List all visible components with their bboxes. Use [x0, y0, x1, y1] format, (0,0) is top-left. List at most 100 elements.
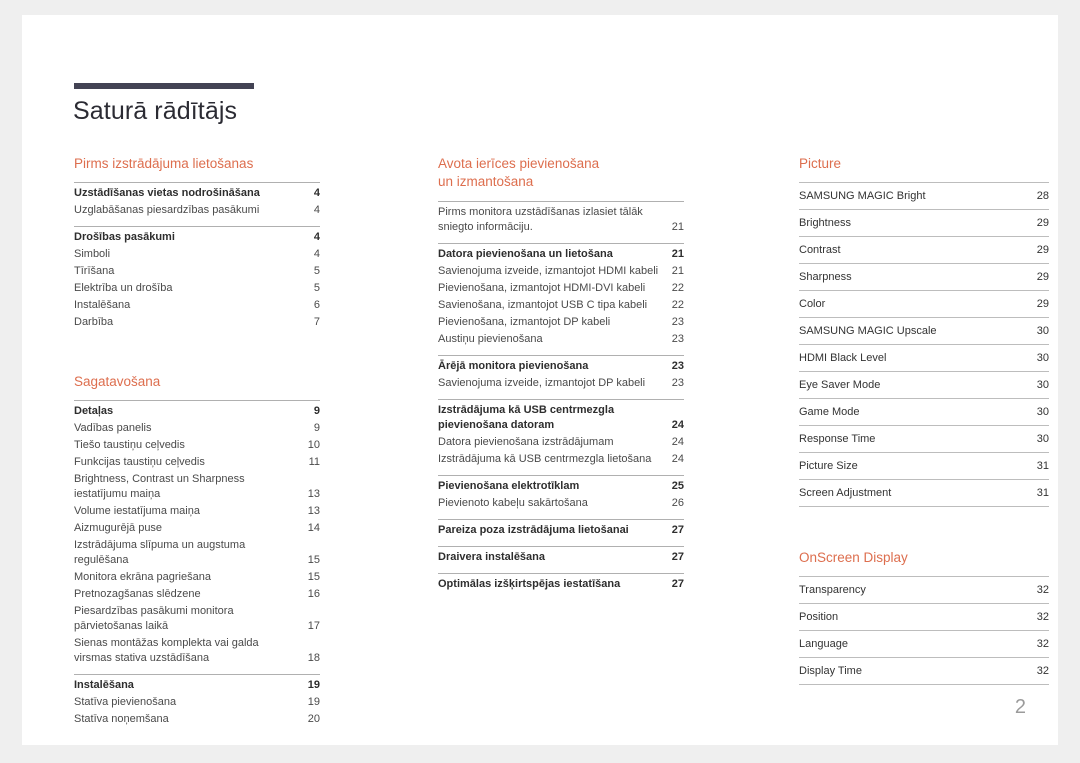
toc-entry-label: Izstrādājuma slīpuma un augstuma regulēš…: [74, 539, 246, 566]
toc-entry[interactable]: Darbība 7: [74, 314, 320, 331]
toc-entry-label: Detaļas: [74, 405, 114, 417]
toc-entry[interactable]: Brightness, Contrast un Sharpness iestat…: [74, 471, 320, 503]
toc-group: Ārējā monitora pievienošana 23 Savienojuma…: [438, 355, 684, 392]
toc-entry[interactable]: Position 32: [799, 604, 1049, 631]
toc-entry[interactable]: Savienošana, izmantojot USB C tipa kabel…: [438, 297, 684, 314]
toc-entry[interactable]: Instalēšana 6: [74, 297, 320, 314]
toc-entry[interactable]: Instalēšana 19: [74, 677, 320, 694]
toc-entry[interactable]: Drošības pasākumi 4: [74, 229, 320, 246]
section-title: Sagatavošana: [74, 374, 161, 389]
toc-entry-page: 14: [307, 522, 320, 534]
toc-entry[interactable]: Screen Adjustment 31: [799, 480, 1049, 507]
toc-entry[interactable]: Game Mode 30: [799, 399, 1049, 426]
toc-entry[interactable]: Monitora ekrāna pagriešana 15: [74, 569, 320, 586]
section-title: Picture: [799, 156, 842, 171]
toc-entry[interactable]: Brightness 29: [799, 210, 1049, 237]
toc-entry[interactable]: Datora pievienošana izstrādājumam 24: [438, 434, 684, 451]
toc-entry-label: Screen Adjustment: [799, 487, 892, 499]
toc-entry[interactable]: Uzstādīšanas vietas nodrošināšana 4: [74, 185, 320, 202]
toc-entry[interactable]: Eye Saver Mode 30: [799, 372, 1049, 399]
toc-entry-label: Tīrīšana: [74, 265, 115, 277]
toc-entry[interactable]: HDMI Black Level 30: [799, 345, 1049, 372]
toc-entry[interactable]: SAMSUNG MAGIC Bright 28: [799, 182, 1049, 210]
toc-entry-page: 7: [313, 316, 320, 328]
toc-entry[interactable]: Draivera instalēšana 27: [438, 549, 684, 566]
toc-entry[interactable]: Contrast 29: [799, 237, 1049, 264]
section-title: OnScreen Display: [799, 550, 908, 565]
toc-entry-page: 31: [1036, 460, 1049, 472]
toc-entry-label: Funkcijas taustiņu ceļvedis: [74, 456, 205, 468]
toc-entry-page: 27: [671, 578, 684, 590]
toc-entry-page: 28: [1036, 190, 1049, 202]
toc-entry[interactable]: Detaļas 9: [74, 403, 320, 420]
toc-entry[interactable]: Statīva noņemšana 20: [74, 711, 320, 728]
toc-entry[interactable]: Display Time 32: [799, 658, 1049, 685]
toc-entry-label: Eye Saver Mode: [799, 379, 881, 391]
toc-entry-page: 15: [307, 554, 320, 566]
toc-entry[interactable]: Uzglabāšanas piesardzības pasākumi 4: [74, 202, 320, 219]
toc-entry[interactable]: Austiņu pievienošana 23: [438, 331, 684, 348]
toc-entry[interactable]: Piesardzības pasākumi monitora pārvietoš…: [74, 603, 320, 635]
toc-entry[interactable]: Pievienošana, izmantojot DP kabeli 23: [438, 314, 684, 331]
toc-entry-page: 11: [308, 456, 320, 468]
toc-entry-page: 4: [313, 231, 320, 243]
toc-entry[interactable]: Savienojuma izveide, izmantojot DP kabel…: [438, 375, 684, 392]
toc-entry-page: 13: [307, 488, 320, 500]
toc-entry[interactable]: Pretnozagšanas slēdzene 16: [74, 586, 320, 603]
toc-entry[interactable]: Sienas montāžas komplekta vai galda virs…: [74, 635, 320, 667]
toc-entry[interactable]: Datora pievienošana un lietošana 21: [438, 246, 684, 263]
toc-entry[interactable]: Sharpness 29: [799, 264, 1049, 291]
toc-entry[interactable]: Picture Size 31: [799, 453, 1049, 480]
toc-entry-label: Datora pievienošana izstrādājumam: [438, 436, 614, 448]
toc-entry[interactable]: Pievienoto kabeļu sakārtošana 26: [438, 495, 684, 512]
toc-entry[interactable]: Ārējā monitora pievienošana 23: [438, 358, 684, 375]
toc-entry[interactable]: Language 32: [799, 631, 1049, 658]
toc-group: Draivera instalēšana 27: [438, 546, 684, 566]
toc-entry[interactable]: Savienojuma izveide, izmantojot HDMI kab…: [438, 263, 684, 280]
toc-entry-page: 22: [671, 282, 684, 294]
toc-entry[interactable]: Vadības panelis 9: [74, 420, 320, 437]
toc-entry-page: 21: [671, 248, 684, 260]
toc-entry-label: Brightness, Contrast un Sharpness iestat…: [74, 473, 245, 500]
toc-entry-page: 27: [671, 551, 684, 563]
toc-entry-page: 24: [671, 419, 684, 431]
toc-entry[interactable]: Funkcijas taustiņu ceļvedis 11: [74, 454, 320, 471]
section-title: Pirms izstrādājuma lietošanas: [74, 156, 254, 171]
toc-entry[interactable]: Response Time 30: [799, 426, 1049, 453]
toc-entry[interactable]: Pievienošana elektrotīklam 25: [438, 478, 684, 495]
toc-entry-page: 23: [671, 360, 684, 372]
toc-entry[interactable]: Izstrādājuma kā USB centrmezgla lietošan…: [438, 451, 684, 468]
toc-entry[interactable]: Tīrīšana 5: [74, 263, 320, 280]
toc-entry-page: 18: [307, 652, 320, 664]
toc-entry[interactable]: Elektrība un drošība 5: [74, 280, 320, 297]
toc-entry-label: Vadības panelis: [74, 422, 152, 434]
toc-entry[interactable]: Pareiza poza izstrādājuma lietošanai 27: [438, 522, 684, 539]
toc-entry-page: 32: [1036, 584, 1049, 596]
toc-entry[interactable]: Izstrādājuma kā USB centrmezgla pievieno…: [438, 402, 684, 434]
page-title: Saturā rādītājs: [73, 97, 238, 125]
toc-entry-label: Display Time: [799, 665, 862, 677]
toc-entry-label: Piesardzības pasākumi monitora pārvietoš…: [74, 605, 234, 632]
toc-entry-page: 29: [1036, 244, 1049, 256]
toc-entry[interactable]: SAMSUNG MAGIC Upscale 30: [799, 318, 1049, 345]
toc-entry[interactable]: Pirms monitora uzstādīšanas izlasiet tāl…: [438, 204, 684, 236]
title-rule: [74, 83, 254, 89]
toc-entry-page: 17: [307, 620, 320, 632]
toc-entry[interactable]: Izstrādājuma slīpuma un augstuma regulēš…: [74, 537, 320, 569]
toc-entry-label: Instalēšana: [74, 299, 131, 311]
toc-entry-label: Statīva noņemšana: [74, 713, 169, 725]
toc-entry-page: 32: [1036, 665, 1049, 677]
toc-group: Datora pievienošana un lietošana 21 Savien…: [438, 243, 684, 348]
toc-entry[interactable]: Transparency 32: [799, 576, 1049, 604]
toc-entry-label: Pievienošana elektrotīklam: [438, 480, 580, 492]
toc-entry[interactable]: Pievienošana, izmantojot HDMI-DVI kabeli…: [438, 280, 684, 297]
toc-entry[interactable]: Optimālas izšķirtspējas iestatīšana 27: [438, 576, 684, 593]
toc-entry-page: 20: [307, 713, 320, 725]
toc-entry[interactable]: Aizmugurējā puse 14: [74, 520, 320, 537]
toc-entry[interactable]: Statīva pievienošana 19: [74, 694, 320, 711]
toc-entry-label: Elektrība un drošība: [74, 282, 173, 294]
toc-entry[interactable]: Color 29: [799, 291, 1049, 318]
toc-entry[interactable]: Tiešo taustiņu ceļvedis 10: [74, 437, 320, 454]
toc-entry[interactable]: Volume iestatījuma maiņa 13: [74, 503, 320, 520]
toc-entry[interactable]: Simboli 4: [74, 246, 320, 263]
